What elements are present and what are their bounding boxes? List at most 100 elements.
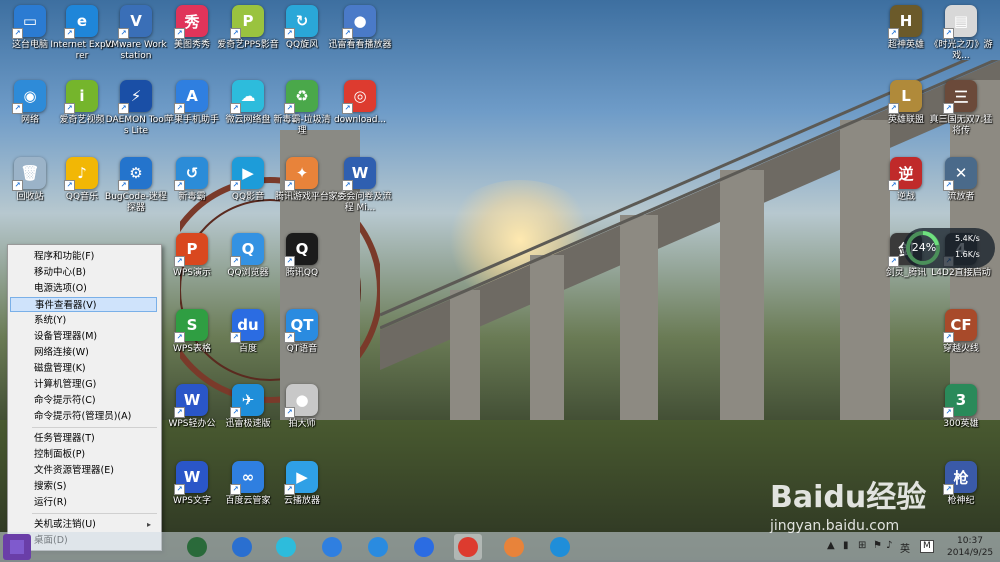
app-icon: QT ↗ (284, 309, 318, 343)
desktop-icon[interactable]: 三 ↗ 真三国无双7:猛将传 (930, 80, 992, 137)
tray-flag-icon[interactable]: ⚑ (873, 540, 882, 551)
context-menu-item[interactable]: 控制面板(P) (10, 447, 157, 462)
desktop-icon[interactable]: ♪ ↗ QQ音乐 (52, 157, 112, 203)
desktop-icon[interactable]: ∞ ↗ 百度云管家 (218, 461, 278, 507)
desktop-icon[interactable]: S ↗ WPS表格 (162, 309, 222, 355)
xunlei-icon (550, 537, 570, 557)
desktop-icon[interactable]: du ↗ 百度 (218, 309, 278, 355)
desktop-icon[interactable]: Q ↗ QQ浏览器 (218, 233, 278, 279)
desktop-icon[interactable]: ✕ ↗ 流放者 (931, 157, 991, 203)
taskbar-app-cloud[interactable] (272, 534, 300, 560)
desktop-icon[interactable]: L ↗ 英雄联盟 (876, 80, 936, 126)
context-menu-item[interactable]: 命令提示符(管理员)(A) (10, 409, 157, 424)
context-menu-item[interactable]: 网络连接(W) (10, 345, 157, 360)
desktop-icon[interactable]: ✦ ↗ 腾讯游戏平台 (272, 157, 332, 203)
desktop-icon[interactable]: V ↗ VMware Workstation (105, 5, 167, 62)
taskbar-app-tencent-games[interactable] (500, 534, 528, 560)
context-menu-item[interactable]: 运行(R) (10, 495, 157, 510)
context-menu-item[interactable]: 事件查看器(V) (10, 297, 157, 312)
desktop-icon[interactable]: W ↗ 家委会问卷及流程 Mi... (328, 157, 392, 214)
tray-action-center-icon[interactable]: ▲ (827, 540, 835, 551)
desktop-icon-label: 流放者 (947, 192, 975, 202)
desktop-icon[interactable]: ● ↗ 拍大师 (272, 384, 332, 430)
context-menu-item[interactable]: 移动中心(B) (10, 265, 157, 280)
start-button[interactable] (3, 534, 31, 560)
taskbar-app-chrome[interactable] (454, 534, 482, 560)
tray-ime-mode[interactable]: M (920, 540, 934, 553)
desktop-icon[interactable]: 秀 ↗ 美图秀秀 (162, 5, 222, 51)
shortcut-arrow-icon: ↗ (12, 28, 23, 39)
desktop-icon[interactable]: P ↗ WPS演示 (162, 233, 222, 279)
taskbar-app-baidu[interactable] (410, 534, 438, 560)
context-menu-item[interactable]: 文件资源管理器(E) (10, 463, 157, 478)
taskbar-app-qq-browser[interactable] (364, 534, 392, 560)
desktop-icon[interactable]: 逆 ↗ 逆战 (876, 157, 936, 203)
app-icon: ⚙ ↗ (118, 157, 152, 191)
shortcut-arrow-icon: ↗ (174, 484, 185, 495)
desktop-icon[interactable]: A ↗ 苹果手机助手 (162, 80, 222, 126)
shortcut-arrow-icon: ↗ (64, 28, 75, 39)
context-menu-item[interactable]: 命令提示符(C) (10, 393, 157, 408)
context-menu-item[interactable]: 任务管理器(T) (10, 431, 157, 446)
tray-volume-icon[interactable]: ♪ (886, 540, 892, 551)
desktop-icon[interactable]: ▶ ↗ QQ影音 (218, 157, 278, 203)
tray-ime-indicator[interactable]: 英 (900, 540, 910, 555)
taskbar-app-baidu-cloud[interactable] (318, 534, 346, 560)
app-icon: CF ↗ (943, 309, 977, 343)
desktop-icon[interactable]: i ↗ 爱奇艺视频 (52, 80, 112, 126)
app-icon: ☁ ↗ (230, 80, 264, 114)
desktop-icon[interactable]: W ↗ WPS文字 (162, 461, 222, 507)
app-icon: ⚡ ↗ (118, 80, 152, 114)
app-icon: ↻ ↗ (284, 5, 318, 39)
desktop-icon[interactable]: ☁ ↗ 微云网络盘 (218, 80, 278, 126)
desktop-icon[interactable]: 3 ↗ 300英雄 (931, 384, 991, 430)
context-menu-item[interactable]: 系统(Y) (10, 313, 157, 328)
desktop-icon[interactable]: ⚙ ↗ BugCode-迷程探器 (105, 157, 167, 214)
shortcut-arrow-icon: ↗ (943, 28, 954, 39)
desktop-icon[interactable]: CF ↗ 穿越火线 (931, 309, 991, 355)
context-menu-item[interactable]: 计算机管理(G) (10, 377, 157, 392)
desktop-icon[interactable]: ▶ ↗ 云播放器 (272, 461, 332, 507)
taskbar-clock[interactable]: 10:37 2014/9/25 (947, 535, 993, 559)
context-menu-item[interactable]: 磁盘管理(K) (10, 361, 157, 376)
tray-battery-icon[interactable]: ▮ (843, 540, 849, 551)
desktop-icon[interactable]: e ↗ Internet Explorer (50, 5, 114, 62)
desktop-icon[interactable]: ✈ ↗ 迅雷极速版 (218, 384, 278, 430)
clock-time: 10:37 (957, 536, 983, 546)
desktop-icon[interactable]: ● ↗ 迅雷看看播放器 (328, 5, 392, 51)
desktop-icon-label: 300英雄 (943, 419, 979, 429)
desktop-icon[interactable]: QT ↗ QT语音 (272, 309, 332, 355)
desktop-icon[interactable]: ↻ ↗ QQ旋风 (272, 5, 332, 51)
menu-item-label: 程序和功能(F) (34, 251, 95, 262)
desktop-icon[interactable]: 枪 ↗ 枪神纪 (931, 461, 991, 507)
context-menu-item[interactable]: 设备管理器(M) (10, 329, 157, 344)
app-icon: P ↗ (230, 5, 264, 39)
taskbar-app-xunlei[interactable] (546, 534, 574, 560)
desktop-icon[interactable]: ⚡ ↗ DAEMON Tools Lite (106, 80, 166, 137)
shortcut-arrow-icon: ↗ (230, 407, 241, 418)
taskbar-app-globe[interactable] (228, 534, 256, 560)
desktop-icon[interactable]: ♻ ↗ 新毒霸-垃圾清理 (272, 80, 332, 137)
desktop-icon[interactable]: ▤ ↗ 《时光之刃》游戏... (929, 5, 993, 62)
menu-separator (32, 427, 157, 428)
shortcut-arrow-icon: ↗ (943, 332, 954, 343)
taskbar-app-shield[interactable] (183, 534, 211, 560)
desktop-icon[interactable]: P ↗ 爱奇艺PPS影音 (217, 5, 279, 51)
gauge-percent: 24% (911, 241, 937, 254)
context-menu-item[interactable]: 电源选项(O) (10, 281, 157, 296)
desktop-icon-label: WPS轻办公 (168, 419, 216, 429)
context-menu-item[interactable]: 搜索(S) (10, 479, 157, 494)
desktop-icon[interactable]: ↺ ↗ 新毒霸 (162, 157, 222, 203)
menu-item-label: 事件查看器(V) (35, 300, 97, 311)
submenu-arrow-icon: ▸ (146, 520, 151, 529)
shortcut-arrow-icon: ↗ (174, 180, 185, 191)
desktop-icon[interactable]: W ↗ WPS轻办公 (162, 384, 222, 430)
app-icon: e ↗ (64, 5, 98, 39)
tray-network-icon[interactable]: ⊞ (858, 540, 866, 551)
desktop-icon[interactable]: ◎ ↗ download... (330, 80, 390, 126)
desktop-icon[interactable]: Q ↗ 腾讯QQ (272, 233, 332, 279)
context-menu-item[interactable]: 关机或注销(U) ▸ (10, 517, 157, 532)
context-menu-item[interactable]: 程序和功能(F) (10, 249, 157, 264)
desktop-icon[interactable]: H ↗ 超神英雄 (876, 5, 936, 51)
menu-item-label: 系统(Y) (34, 315, 67, 326)
